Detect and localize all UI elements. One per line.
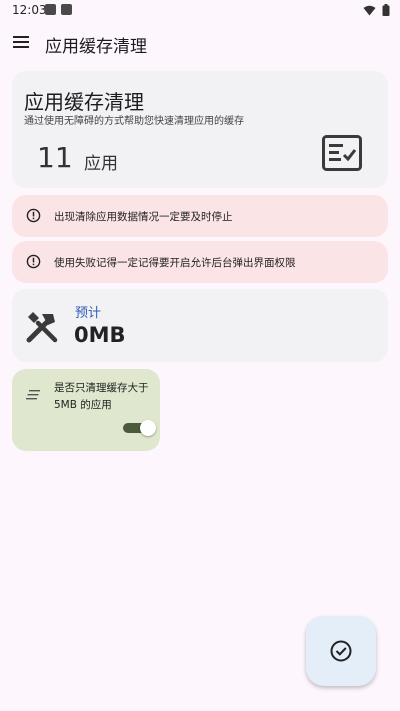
warning-card: 使用失败记得一定记得要开启允许后台弹出界面权限 xyxy=(12,241,388,283)
warning-card: 出现清除应用数据情况一定要及时停止 xyxy=(12,195,388,237)
alert-icon xyxy=(26,254,41,269)
check-circle-icon xyxy=(330,640,352,662)
checklist-icon[interactable] xyxy=(322,135,362,171)
estimate-card: 预计 0MB xyxy=(12,289,388,362)
page-title: 应用缓存清理 xyxy=(45,37,147,57)
notification-icon xyxy=(61,4,72,15)
start-clean-button[interactable] xyxy=(306,616,376,686)
app-bar: 应用缓存清理 xyxy=(0,22,400,62)
notification-icon xyxy=(45,4,56,15)
status-time: 12:03 xyxy=(12,3,47,17)
battery-icon xyxy=(382,4,390,16)
app-count-unit: 应用 xyxy=(84,154,118,174)
alert-icon xyxy=(26,208,41,223)
menu-icon[interactable] xyxy=(12,33,30,51)
app-count: 11 xyxy=(37,141,73,174)
cache-size-toggle[interactable] xyxy=(121,420,157,436)
list-icon xyxy=(26,390,40,400)
estimate-label: 预计 xyxy=(75,306,102,321)
summary-subtitle: 通过使用无障碍的方式帮助您快速清理应用的缓存 xyxy=(24,116,244,127)
toggle-thumb xyxy=(140,420,156,436)
warning-text: 使用失败记得一定记得要开启允许后台弹出界面权限 xyxy=(54,257,296,269)
warning-text: 出现清除应用数据情况一定要及时停止 xyxy=(54,211,233,223)
wifi-icon xyxy=(363,5,376,15)
summary-card: 应用缓存清理 通过使用无障碍的方式帮助您快速清理应用的缓存 11 应用 xyxy=(12,71,388,188)
filter-card[interactable]: 是否只清理缓存大于5MB 的应用 xyxy=(12,369,160,451)
status-bar: 12:03 xyxy=(0,0,400,22)
tools-icon xyxy=(26,312,58,343)
filter-text: 是否只清理缓存大于5MB 的应用 xyxy=(54,382,149,411)
estimate-value: 0MB xyxy=(74,323,126,347)
summary-title: 应用缓存清理 xyxy=(24,90,144,114)
status-icons xyxy=(363,4,390,16)
